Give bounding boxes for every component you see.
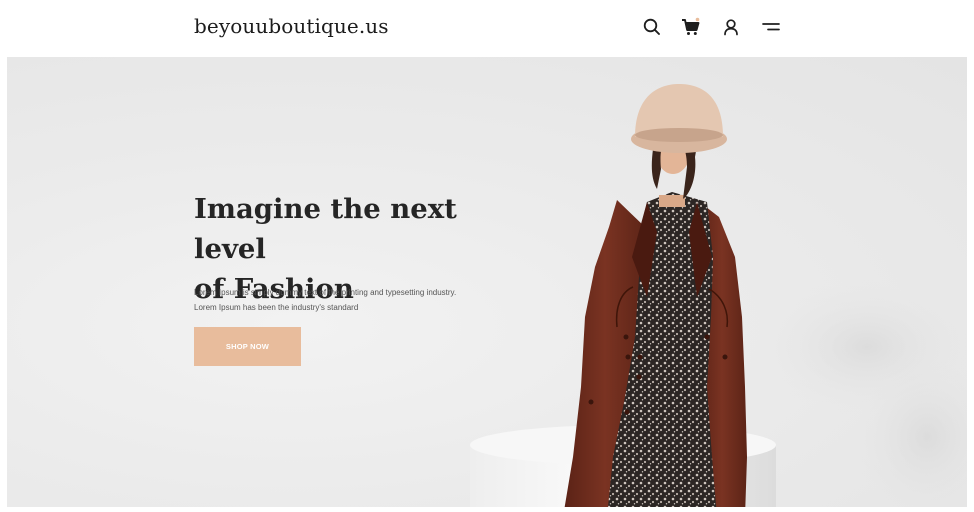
shop-now-button[interactable]: SHOP NOW [194,327,301,366]
hero-subtitle: Lorem Ipsum is simply dummy text of the … [194,285,514,315]
menu-icon[interactable] [760,16,782,38]
search-icon[interactable] [641,16,663,38]
hero-banner: Imagine the next level of Fashion Lorem … [7,57,967,507]
cart-icon[interactable] [680,16,702,38]
hero-title-line1: Imagine the next level [194,193,457,265]
hero-subtitle-line2: Lorem Ipsum has been the industry's stan… [194,303,359,312]
site-header: beyouuboutique.us [0,0,974,57]
user-icon[interactable] [720,16,742,38]
site-logo[interactable]: beyouuboutique.us [194,13,389,39]
hero-subtitle-line1: Lorem Ipsum is simply dummy text of the … [194,288,457,297]
